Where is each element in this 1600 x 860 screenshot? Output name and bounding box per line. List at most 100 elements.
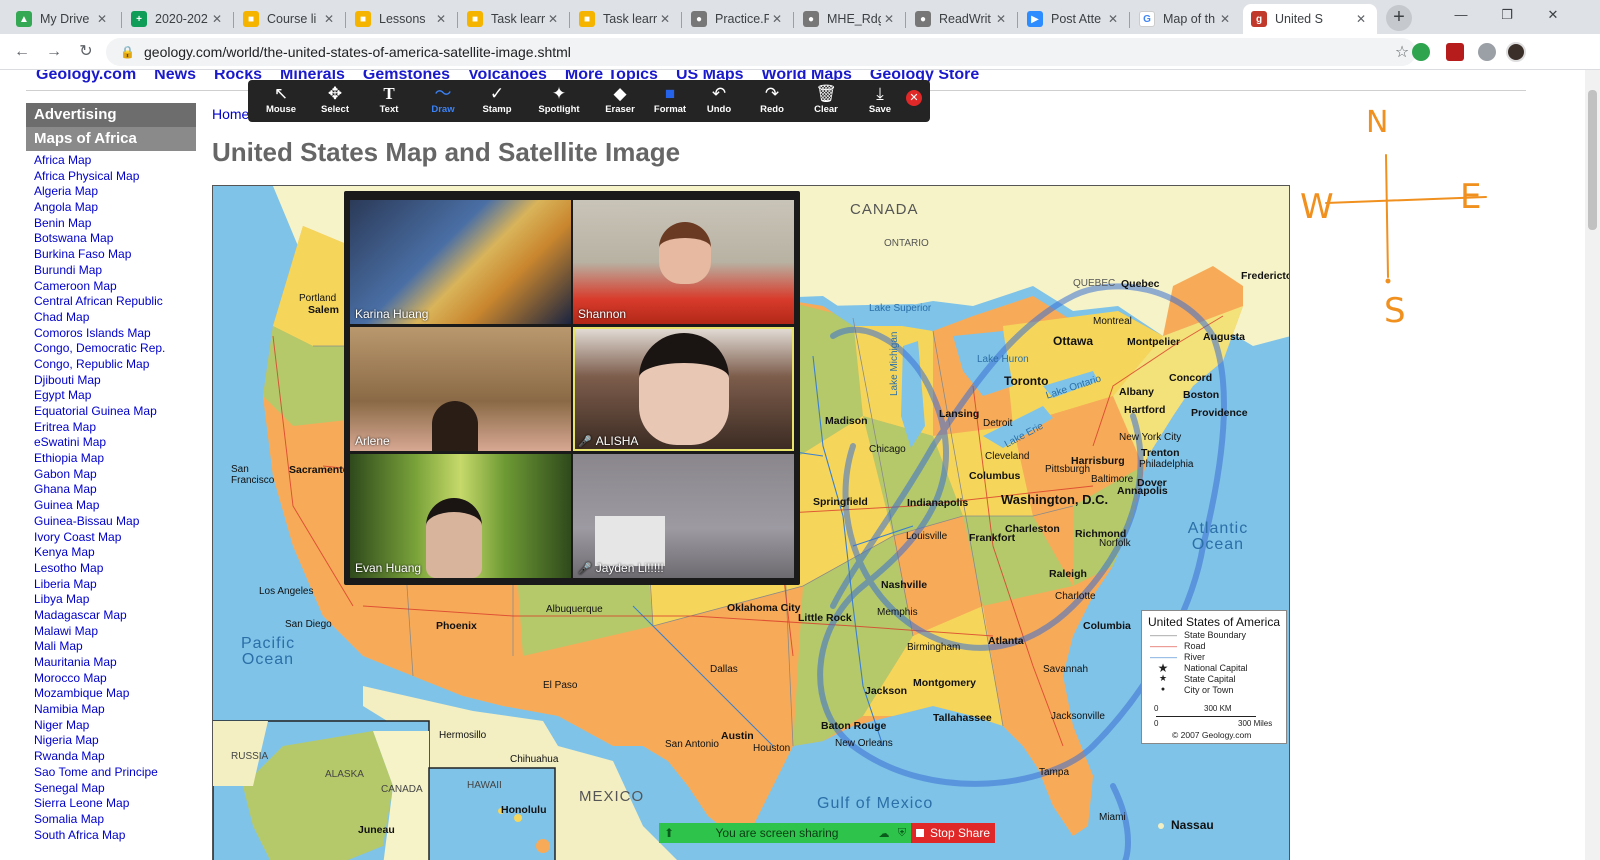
sidebar-link[interactable]: Guinea-Bissau Map bbox=[34, 514, 196, 530]
participant-tile[interactable]: 🎤 Jayden Li!!!!! bbox=[573, 454, 794, 578]
tool-text-button[interactable]: T Text bbox=[362, 84, 416, 120]
sidebar-link[interactable]: Ivory Coast Map bbox=[34, 530, 196, 546]
sidebar-link[interactable]: Eritrea Map bbox=[34, 420, 196, 436]
close-tab-icon[interactable]: ✕ bbox=[433, 12, 449, 26]
avatar[interactable] bbox=[1506, 42, 1526, 62]
sidebar-link[interactable]: Equatorial Guinea Map bbox=[34, 404, 196, 420]
tool-mouse-button[interactable]: ↖ Mouse bbox=[254, 84, 308, 120]
tool-save-button[interactable]: ⤓ Save bbox=[853, 84, 907, 120]
sidebar-link[interactable]: Djibouti Map bbox=[34, 373, 196, 389]
sidebar-link[interactable]: Sao Tome and Principe bbox=[34, 765, 196, 781]
sidebar-link[interactable]: South Africa Map bbox=[34, 828, 196, 844]
tool-eraser-button[interactable]: ◆ Eraser bbox=[593, 84, 647, 120]
extension-icon[interactable] bbox=[1478, 43, 1496, 61]
participant-tile[interactable]: Karina Huang bbox=[350, 200, 571, 324]
sidebar-link[interactable]: eSwatini Map bbox=[34, 435, 196, 451]
participant-tile[interactable]: Evan Huang bbox=[350, 454, 571, 578]
nav-link-news[interactable]: News bbox=[154, 70, 196, 86]
stop-share-button[interactable]: Stop Share bbox=[911, 823, 995, 843]
sidebar-link[interactable]: Botswana Map bbox=[34, 231, 196, 247]
page-scrollbar[interactable] bbox=[1585, 70, 1600, 860]
sidebar-link[interactable]: Central African Republic bbox=[34, 294, 196, 310]
close-tab-icon[interactable]: ✕ bbox=[1353, 12, 1369, 26]
browser-tab[interactable]: ● ReadWrit ✕ bbox=[907, 4, 1017, 34]
sidebar-link[interactable]: Burundi Map bbox=[34, 263, 196, 279]
reload-icon[interactable]: ↻ bbox=[74, 40, 98, 64]
cloud-icon[interactable]: ☁ bbox=[875, 827, 893, 840]
sidebar-link[interactable]: Algeria Map bbox=[34, 184, 196, 200]
extension-icon[interactable] bbox=[1412, 43, 1430, 61]
tool-clear-button[interactable]: 🗑 Clear bbox=[799, 84, 853, 120]
participant-tile-active-speaker[interactable]: 🎤 ALISHA bbox=[573, 327, 794, 451]
sidebar-link[interactable]: Malawi Map bbox=[34, 624, 196, 640]
close-tab-icon[interactable]: ✕ bbox=[881, 12, 897, 26]
sidebar-link[interactable]: Ghana Map bbox=[34, 482, 196, 498]
sidebar-link[interactable]: Angola Map bbox=[34, 200, 196, 216]
sidebar-link[interactable]: Chad Map bbox=[34, 310, 196, 326]
browser-tab[interactable]: ▲ My Drive ✕ bbox=[8, 4, 118, 34]
forward-icon[interactable]: → bbox=[42, 40, 66, 64]
sidebar-link[interactable]: Africa Physical Map bbox=[34, 169, 196, 185]
close-tab-icon[interactable]: ✕ bbox=[993, 12, 1009, 26]
sidebar-link[interactable]: Senegal Map bbox=[34, 781, 196, 797]
browser-tab[interactable]: ● Practice.F ✕ bbox=[683, 4, 793, 34]
close-tab-icon[interactable]: ✕ bbox=[1105, 12, 1121, 26]
close-icon[interactable]: ✕ bbox=[906, 90, 922, 106]
shield-icon[interactable]: ⛨ bbox=[893, 827, 911, 840]
sidebar-link[interactable]: Lesotho Map bbox=[34, 561, 196, 577]
browser-tab[interactable]: ● MHE_Rdg ✕ bbox=[795, 4, 905, 34]
browser-tab[interactable]: ■ Task learr ✕ bbox=[459, 4, 569, 34]
sidebar-link[interactable]: Libya Map bbox=[34, 592, 196, 608]
close-tab-icon[interactable]: ✕ bbox=[321, 12, 337, 26]
sidebar-link[interactable]: Namibia Map bbox=[34, 702, 196, 718]
sidebar-link[interactable]: Kenya Map bbox=[34, 545, 196, 561]
close-tab-icon[interactable]: ✕ bbox=[1217, 12, 1233, 26]
sidebar-link[interactable]: Gabon Map bbox=[34, 467, 196, 483]
sidebar-link[interactable]: Comoros Islands Map bbox=[34, 326, 196, 342]
sidebar-link[interactable]: Egypt Map bbox=[34, 388, 196, 404]
sidebar-link[interactable]: Ethiopia Map bbox=[34, 451, 196, 467]
sidebar-link[interactable]: Niger Map bbox=[34, 718, 196, 734]
sidebar-link[interactable]: Nigeria Map bbox=[34, 733, 196, 749]
breadcrumb[interactable]: Home bbox=[212, 106, 249, 122]
extension-icon[interactable] bbox=[1446, 43, 1464, 61]
sidebar-link[interactable]: Mauritania Map bbox=[34, 655, 196, 671]
sidebar-link[interactable]: Benin Map bbox=[34, 216, 196, 232]
close-tab-icon[interactable]: ✕ bbox=[94, 12, 110, 26]
tool-redo-button[interactable]: ↷ Redo bbox=[745, 84, 799, 120]
sidebar-link[interactable]: Sierra Leone Map bbox=[34, 796, 196, 812]
tool-format-button[interactable]: ■ Format bbox=[643, 84, 697, 120]
new-tab-button[interactable]: + bbox=[1386, 5, 1412, 31]
sidebar-link[interactable]: Guinea Map bbox=[34, 498, 196, 514]
sidebar-link[interactable]: Madagascar Map bbox=[34, 608, 196, 624]
tool-undo-button[interactable]: ↶ Undo bbox=[692, 84, 746, 120]
tool-spotlight-button[interactable]: ✦ Spotlight bbox=[532, 84, 586, 120]
tool-stamp-button[interactable]: ✓ Stamp bbox=[470, 84, 524, 120]
browser-tab[interactable]: G Map of th ✕ bbox=[1131, 4, 1241, 34]
sidebar-link[interactable]: Morocco Map bbox=[34, 671, 196, 687]
back-icon[interactable]: ← bbox=[10, 40, 34, 64]
browser-tab[interactable]: ▶ Post Atte ✕ bbox=[1019, 4, 1129, 34]
sidebar-link[interactable]: Mozambique Map bbox=[34, 686, 196, 702]
browser-tab-active[interactable]: g United S ✕ bbox=[1243, 4, 1377, 34]
url-field[interactable]: 🔒 geology.com/world/the-united-states-of… bbox=[106, 38, 1416, 66]
sidebar-link[interactable]: Rwanda Map bbox=[34, 749, 196, 765]
sidebar-link[interactable]: Burkina Faso Map bbox=[34, 247, 196, 263]
nav-link-home[interactable]: Geology.com bbox=[36, 70, 136, 86]
sidebar-link[interactable]: Cameroon Map bbox=[34, 279, 196, 295]
minimize-button[interactable]: — bbox=[1438, 0, 1484, 30]
sidebar-link[interactable]: Africa Map bbox=[34, 153, 196, 169]
browser-tab[interactable]: + 2020-202 ✕ bbox=[123, 4, 233, 34]
participant-tile[interactable]: Arlene bbox=[350, 327, 571, 451]
browser-tab[interactable]: ■ Lessons ✕ bbox=[347, 4, 457, 34]
browser-tab[interactable]: ■ Task learr ✕ bbox=[571, 4, 681, 34]
participant-tile[interactable]: Shannon bbox=[573, 200, 794, 324]
sidebar-link[interactable]: Mali Map bbox=[34, 639, 196, 655]
browser-tab[interactable]: ■ Course li ✕ bbox=[235, 4, 345, 34]
tool-select-button[interactable]: ✥ Select bbox=[308, 84, 362, 120]
tool-draw-button[interactable]: 〜 Draw bbox=[416, 84, 470, 120]
close-tab-icon[interactable]: ✕ bbox=[209, 12, 225, 26]
close-tab-icon[interactable]: ✕ bbox=[769, 12, 785, 26]
maximize-button[interactable]: ❐ bbox=[1484, 0, 1530, 30]
close-tab-icon[interactable]: ✕ bbox=[657, 12, 673, 26]
